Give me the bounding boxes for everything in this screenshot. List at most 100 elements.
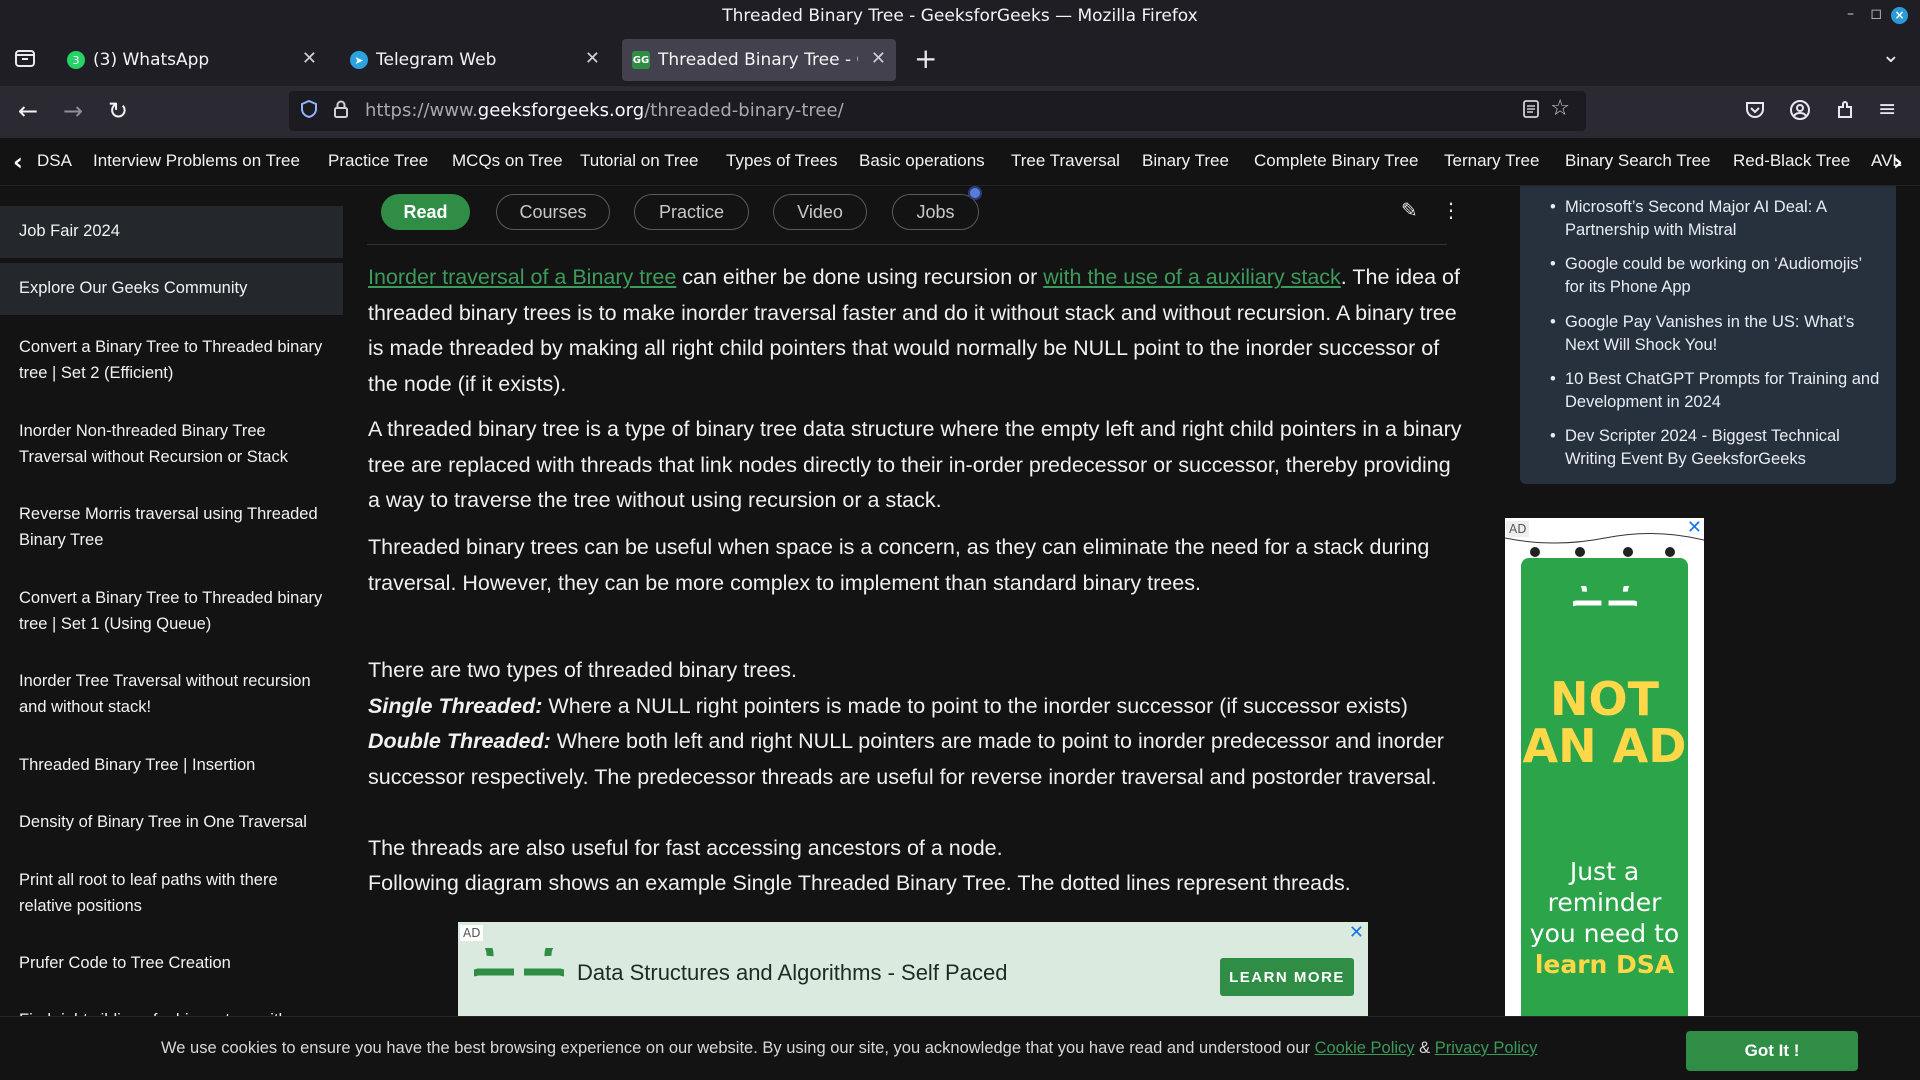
types-intro: There are two types of threaded binary t…	[368, 658, 798, 682]
topic-link[interactable]: MCQs on Tree	[452, 151, 563, 171]
sidebar-item[interactable]: Find right sibling of a binary tree with…	[0, 1007, 343, 1016]
more-options-icon[interactable]: ⋮	[1441, 198, 1461, 222]
topic-link[interactable]: Red-Black Tree	[1733, 151, 1850, 171]
window-titlebar: Threaded Binary Tree - GeeksforGeeks — M…	[0, 0, 1920, 33]
cookie-message: We use cookies to ensure you have the be…	[161, 1039, 1538, 1057]
trending-news-panel: Microsoft’s Second Major AI Deal: A Part…	[1520, 186, 1896, 484]
tab-courses[interactable]: Courses	[496, 194, 610, 230]
close-tab-icon[interactable]: ✕	[871, 48, 886, 69]
url-bar[interactable]: https://www.geeksforgeeks.org/threaded-b…	[289, 91, 1586, 131]
sidebar-item[interactable]: Print all root to leaf paths with there …	[0, 867, 343, 919]
topic-link[interactable]: Ternary Tree	[1444, 151, 1539, 171]
ad-green-card: NOT AN AD Just a reminder you need to le…	[1521, 558, 1688, 1016]
maximize-icon[interactable]: ◻	[1870, 6, 1882, 22]
window-title: Threaded Binary Tree - GeeksforGeeks — M…	[722, 6, 1198, 26]
tab-threaded-binary-tree[interactable]: GG Threaded Binary Tree - Gee ✕	[622, 39, 896, 81]
sidebar-item[interactable]: Threaded Binary Tree | Insertion	[0, 752, 343, 778]
tab-bar: 3 (3) WhatsApp ✕ ➤ Telegram Web ✕ GG Thr…	[0, 33, 1920, 86]
diagram-note: Following diagram shows an example Singl…	[368, 871, 1351, 895]
reload-icon[interactable]: ↻	[108, 98, 128, 124]
privacy-policy-link[interactable]: Privacy Policy	[1435, 1039, 1538, 1057]
pocket-icon[interactable]	[1744, 99, 1766, 125]
topic-navigation-bar: ‹ DSA Interview Problems on Tree Practic…	[0, 138, 1920, 186]
navigation-toolbar: ← → ↻ https://www.geeksforgeeks.org/thre…	[0, 86, 1920, 138]
article-paragraph-3: Threaded binary trees can be useful when…	[368, 535, 1430, 595]
tab-label: Threaded Binary Tree - Gee	[658, 50, 858, 70]
close-tab-icon[interactable]: ✕	[302, 48, 317, 69]
telegram-icon: ➤	[350, 51, 368, 69]
news-link[interactable]: Dev Scripter 2024 - Biggest Technical Wr…	[1550, 425, 1880, 471]
news-link[interactable]: 10 Best ChatGPT Prompts for Training and…	[1550, 368, 1880, 414]
ad-headline-line2: AN AD	[1522, 719, 1687, 773]
double-threaded-definition: Double Threaded: Where both left and rig…	[368, 729, 1444, 789]
topic-link[interactable]: Types of Trees	[726, 151, 838, 171]
inorder-traversal-link[interactable]: Inorder traversal of a Binary tree	[368, 265, 676, 289]
cookie-policy-link[interactable]: Cookie Policy	[1315, 1039, 1415, 1057]
topic-link[interactable]: Basic operations	[859, 151, 985, 171]
ad-label: AD	[460, 925, 484, 941]
tab-video[interactable]: Video	[773, 194, 867, 230]
sidebar-item[interactable]: Reverse Morris traversal using Threaded …	[0, 501, 343, 553]
article-paragraph-1: Inorder traversal of a Binary tree can e…	[368, 265, 1460, 396]
topic-link[interactable]: Binary Tree	[1142, 151, 1229, 171]
got-it-button[interactable]: Got It !	[1686, 1031, 1858, 1071]
scroll-left-icon[interactable]: ‹	[13, 148, 23, 176]
topic-link[interactable]: Practice Tree	[328, 151, 428, 171]
sidebar-item[interactable]: Prufer Code to Tree Creation	[0, 950, 343, 976]
new-tab-icon[interactable]: +	[914, 42, 937, 75]
shield-icon[interactable]	[299, 99, 319, 124]
lock-icon[interactable]	[332, 99, 350, 124]
ad-banner[interactable]: AD ✕ Data Structures and Algorithms - Se…	[450, 922, 1368, 1016]
tab-read[interactable]: Read	[381, 194, 470, 230]
gfg-logo-icon	[1556, 575, 1654, 624]
edit-pencil-icon[interactable]: ✎	[1401, 198, 1418, 222]
sidebar-item[interactable]: Convert a Binary Tree to Threaded binary…	[0, 334, 343, 386]
ad-reminder-line4: learn DSA	[1534, 950, 1675, 979]
back-icon[interactable]: ←	[18, 98, 38, 124]
news-link[interactable]: Google could be working on ‘Audiomojis’ …	[1550, 253, 1880, 299]
topic-link[interactable]: Interview Problems on Tree	[93, 151, 300, 171]
forward-icon[interactable]: →	[63, 98, 83, 124]
cookie-consent-bar: We use cookies to ensure you have the be…	[0, 1016, 1920, 1080]
firefox-view-icon[interactable]	[14, 47, 36, 73]
url-text[interactable]: https://www.geeksforgeeks.org/threaded-b…	[365, 100, 844, 121]
close-ad-icon[interactable]: ✕	[1349, 922, 1364, 943]
account-icon[interactable]	[1789, 99, 1811, 125]
sidebar-item-job-fair[interactable]: Job Fair 2024	[0, 206, 343, 258]
topic-link[interactable]: Complete Binary Tree	[1254, 151, 1418, 171]
whatsapp-icon: 3	[67, 51, 85, 69]
minimize-icon[interactable]: –	[1847, 6, 1854, 22]
close-tab-icon[interactable]: ✕	[585, 48, 600, 69]
tab-whatsapp[interactable]: 3 (3) WhatsApp ✕	[57, 39, 327, 81]
topic-link[interactable]: DSA	[37, 151, 72, 171]
side-ad[interactable]: AD ✕ NOT AN AD Just a reminder you need …	[1505, 518, 1704, 1016]
ad-headline-line1: NOT	[1550, 672, 1659, 726]
ad-reminder-line2: reminder	[1547, 888, 1662, 917]
divider	[367, 244, 1447, 245]
news-link[interactable]: Google Pay Vanishes in the US: What’s Ne…	[1550, 311, 1880, 357]
menu-icon[interactable]: ≡	[1878, 97, 1896, 122]
reader-view-icon[interactable]	[1522, 99, 1540, 124]
auxiliary-stack-link[interactable]: with the use of a auxiliary stack	[1043, 265, 1341, 289]
sidebar-item[interactable]: Density of Binary Tree in One Traversal	[0, 809, 343, 835]
ad-reminder-line1: Just a	[1569, 857, 1640, 886]
threads-note: The threads are also useful for fast acc…	[368, 836, 1003, 860]
topic-link[interactable]: Binary Search Tree	[1565, 151, 1711, 171]
tab-label: Telegram Web	[376, 50, 497, 70]
scroll-right-icon[interactable]: ›	[1893, 148, 1903, 176]
news-link[interactable]: Microsoft’s Second Major AI Deal: A Part…	[1550, 196, 1880, 242]
extensions-icon[interactable]	[1834, 99, 1856, 125]
sidebar-item[interactable]: Inorder Non-threaded Binary Tree Travers…	[0, 418, 343, 470]
sidebar-item-geeks-community[interactable]: Explore Our Geeks Community	[0, 263, 343, 315]
close-window-icon[interactable]: ×	[1891, 7, 1908, 24]
bookmark-star-icon[interactable]: ☆	[1550, 96, 1570, 121]
learn-more-button[interactable]: LEARN MORE	[1220, 958, 1354, 996]
topic-link[interactable]: Tutorial on Tree	[580, 151, 698, 171]
list-all-tabs-icon[interactable]: ⌄	[1882, 43, 1900, 68]
tab-telegram[interactable]: ➤ Telegram Web ✕	[340, 39, 610, 81]
sidebar-item[interactable]: Inorder Tree Traversal without recursion…	[0, 668, 343, 720]
tab-jobs[interactable]: Jobs	[892, 194, 979, 230]
sidebar-item[interactable]: Convert a Binary Tree to Threaded binary…	[0, 585, 343, 637]
tab-practice[interactable]: Practice	[634, 194, 749, 230]
topic-link[interactable]: Tree Traversal	[1011, 151, 1120, 171]
